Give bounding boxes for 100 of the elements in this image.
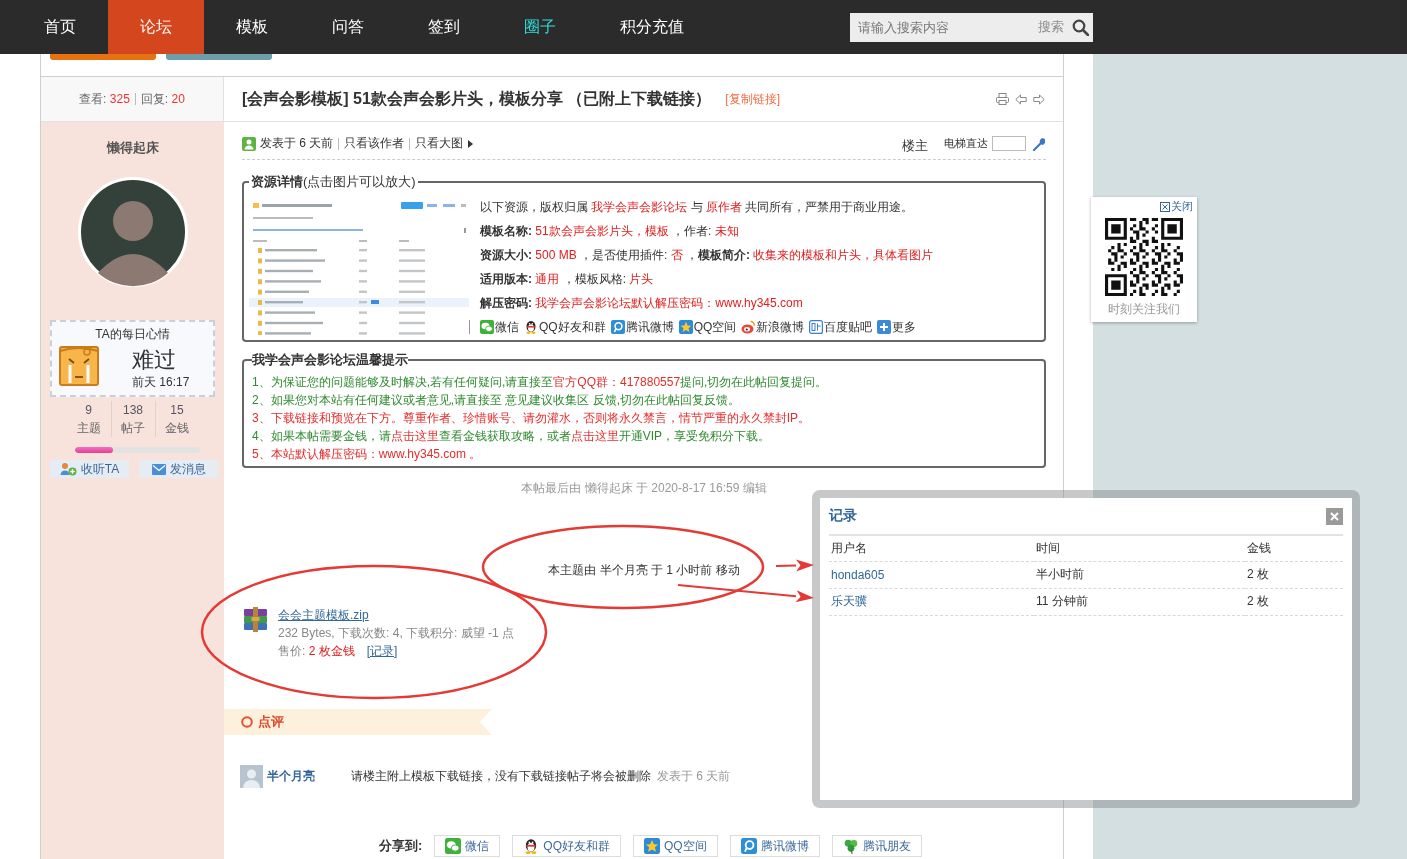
floor-label: 楼主	[902, 136, 928, 155]
close-icon	[1330, 511, 1339, 521]
wrench-icon[interactable]	[1032, 136, 1046, 151]
share-link[interactable]: 百度贴吧	[809, 318, 873, 336]
nav-tab[interactable]: 圈子	[492, 0, 588, 54]
share-button[interactable]: 腾讯朋友	[831, 835, 922, 857]
share-link[interactable]: QQ空间	[678, 318, 737, 336]
comment-time: 发表于 6 天前	[657, 768, 731, 785]
thread-title: [会声会影模板] 51款会声会影片头，模板分享 （已附上下载链接）	[242, 88, 712, 109]
archive-icon[interactable]	[242, 606, 269, 633]
section-legend: 资源详情(点击图片可以放大)	[249, 174, 418, 190]
tip-line: 4、如果本帖需要金钱，请点击这里查看金钱获取攻略，或者点击这里开通VIP，享受免积分下载。	[252, 428, 772, 445]
print-icon[interactable]	[996, 93, 1009, 105]
ring-tile-icon	[610, 320, 625, 334]
nav-tab[interactable]: 签到	[396, 0, 492, 54]
views-count: 查看: 325	[79, 90, 130, 108]
text-link[interactable]: 官方QQ群：417880557	[553, 375, 681, 389]
close-box-icon	[1160, 201, 1170, 212]
resource-info-line: 模板名称: 51款会声会影片头，模板 ，作者: 未知	[479, 223, 740, 240]
column-header: 时间	[1034, 536, 1245, 561]
review-title: 点评	[258, 713, 284, 731]
outlined-tile-icon	[809, 320, 824, 334]
table-cell: 2 枚	[1245, 561, 1343, 588]
nav-tab[interactable]: 积分充值	[588, 0, 716, 54]
mood-heading: TA的每日心情	[95, 326, 170, 342]
column-header: 用户名	[829, 536, 1034, 561]
arrow-left-icon[interactable]	[1015, 93, 1027, 105]
caret-icon	[468, 139, 474, 148]
search-icon	[1072, 18, 1089, 36]
file-link[interactable]: 会会主题模板.zip	[278, 606, 369, 624]
share-button[interactable]: QQ空间	[633, 835, 718, 857]
eye-icon	[741, 320, 756, 334]
nav-tab[interactable]: 模板	[204, 0, 300, 54]
avatar-silhouette[interactable]	[77, 177, 188, 287]
close-link[interactable]: 关闭	[1160, 200, 1193, 213]
star-tile-icon	[678, 320, 693, 334]
qr-caption: 时刻关注我们	[1108, 302, 1180, 316]
file-meta: 232 Bytes, 下载次数: 4, 下载积分: 威望 -1 点	[278, 625, 515, 642]
clover-icon	[842, 838, 859, 854]
stat-label: 金钱	[165, 420, 189, 437]
share-link[interactable]: QQ好友和群	[524, 318, 606, 336]
user-link[interactable]: honda605	[831, 567, 885, 582]
sad-face-icon	[57, 343, 101, 388]
share-button[interactable]: QQ好友和群	[512, 835, 621, 857]
envelope-icon	[151, 463, 166, 475]
post-time: 发表于 6 天前	[260, 135, 334, 152]
table-cell: 半小时前	[1034, 561, 1245, 588]
tip-line: 5、本站默认解压密码：www.hy345.com 。	[252, 446, 483, 463]
author-name[interactable]: 懒得起床	[106, 140, 159, 156]
star-tile-icon	[644, 838, 660, 854]
table-cell: 2 枚	[1245, 588, 1343, 615]
share-link[interactable]: 微信	[480, 318, 519, 336]
filter-link[interactable]: 只看大图	[415, 135, 474, 152]
stat-label: 主题	[76, 420, 101, 437]
close-button[interactable]	[1326, 507, 1343, 525]
edit-note: 本帖最后由 懒得起床 于 2020-8-17 16:59 编辑	[521, 480, 767, 497]
share-link[interactable]: 新浪微博	[741, 318, 805, 336]
comment-user[interactable]: 半个月亮	[267, 768, 315, 785]
table-cell: 11 分钟前	[1034, 588, 1245, 615]
section-legend: 我学会声会影论坛温馨提示	[252, 352, 408, 368]
plus-icon	[877, 320, 892, 334]
stat-value[interactable]: 138	[123, 401, 143, 419]
speech-bubbles-icon	[445, 838, 462, 854]
mood-time: 前天 16:17	[132, 374, 190, 390]
follow-button[interactable]: 收听TA	[50, 460, 129, 478]
share-link[interactable]: 腾讯微博	[610, 318, 674, 336]
arrow-right-icon[interactable]	[1033, 93, 1045, 105]
annotation-arrow	[775, 559, 814, 572]
text-link[interactable]: 点击这里	[390, 429, 439, 443]
nav-tab[interactable]: 首页	[12, 0, 108, 54]
stat-label: 帖子	[121, 420, 145, 437]
tip-line: 1、为保证您的问题能够及时解决,若有任何疑问,请直接至官方QQ群：417880557提问,切勿在此帖回复提问。	[252, 374, 829, 391]
ring-tile-icon	[740, 838, 757, 854]
user-link[interactable]: 乐天骥	[831, 594, 867, 608]
message-button[interactable]: 发消息	[139, 460, 218, 478]
resource-info-line: 适用版本: 通用 ，模板风格: 片头	[479, 271, 655, 288]
nav-tab[interactable]: 论坛	[108, 0, 204, 54]
column-header: 金钱	[1245, 536, 1343, 561]
filter-link[interactable]: 只看该作者	[344, 135, 405, 152]
penguin-icon	[524, 320, 538, 334]
replies-count: 回复: 20	[140, 90, 185, 108]
share-button[interactable]: 腾讯微博	[729, 835, 820, 857]
tip-line: 3、下载链接和预览在下方。尊重作者、珍惜账号、请勿灌水，否则将永久禁言，情节严重的永久禁封IP。	[252, 410, 811, 427]
stat-value[interactable]: 15	[170, 401, 184, 419]
jump-label: 电梯直达	[944, 136, 988, 151]
moved-note: 本主题由 半个月亮 于 1 小时前 移动	[548, 562, 740, 579]
resource-info-line: 以下资源，版权归属 我学会声会影论坛 与 原作者 共同所有，严禁用于商业用途。	[479, 199, 915, 216]
share-button[interactable]: 微信	[434, 835, 501, 857]
stat-value[interactable]: 9	[85, 401, 92, 419]
floor-input[interactable]	[992, 136, 1026, 151]
resource-info-line: 解压密码: 我学会声会影论坛默认解压密码：www.hy345.com	[479, 295, 804, 312]
share-link[interactable]: 更多	[877, 318, 917, 336]
text-link[interactable]: 点击这里	[570, 429, 619, 443]
resource-info-line: 资源大小: 500 MB ，是否使用插件: 否 ，模板简介: 收集来的模板和片头，具体看图片	[479, 247, 934, 264]
user-add-icon	[59, 462, 77, 476]
speech-bubbles-icon	[480, 320, 494, 334]
nav-tab[interactable]: 问答	[300, 0, 396, 54]
ring-icon	[241, 716, 253, 728]
record-link[interactable]: [记录]	[366, 644, 398, 658]
tip-line: 2、如果您对本站有任何建议或者意见,请直接至 意见建议收集区 反馈,切勿在此帖回复反馈。	[252, 392, 741, 409]
